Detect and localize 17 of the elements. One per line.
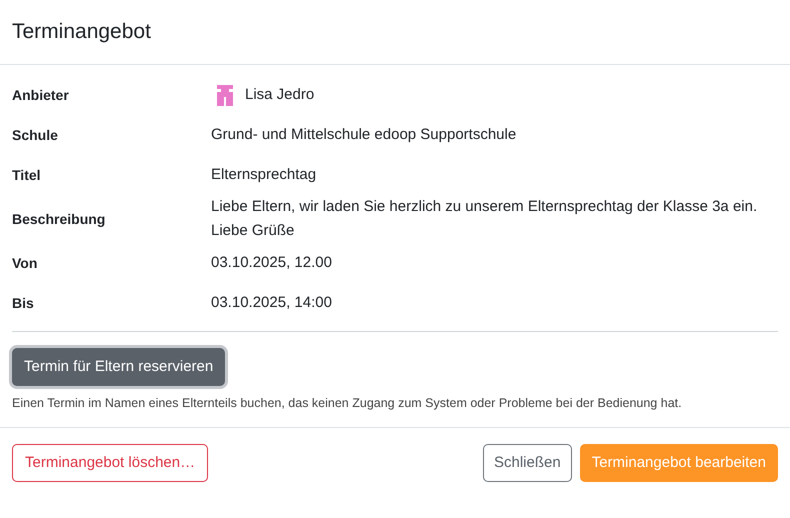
field-label: Titel [12,166,42,184]
field-value: Lisa Jedro [245,84,314,105]
field-value: Liebe Eltern, wir laden Sie herzlich zu unserem Elternsprechtag der Klasse 3a ein. Liebe Grüße [211,197,758,241]
field-label: Schule [12,126,59,144]
field-label: Anbieter [12,86,70,104]
field-value: Grund- und Mittelschule edoop Supportschule [211,125,518,145]
field-value: 03.10.2025, 14:00 [211,293,333,313]
field-label: Von [12,254,38,272]
help-text: Einen Termin im Namen eines Elternteils buchen, das keinen Zugang zum System oder Probleme bei der Bedienung hat. [12,395,683,412]
dialog-title: Terminangebot [12,19,151,46]
field-value: 03.10.2025, 12.00 [211,253,333,273]
field-label: Bis [12,294,35,312]
close-button[interactable]: Schließen [483,444,572,482]
field-value: Elternsprechtag [211,165,318,185]
field-label: Beschreibung [12,210,106,229]
reserve-button[interactable]: Termin für Eltern reservieren [12,348,226,386]
delete-button[interactable]: Terminangebot löschen… [12,444,208,482]
